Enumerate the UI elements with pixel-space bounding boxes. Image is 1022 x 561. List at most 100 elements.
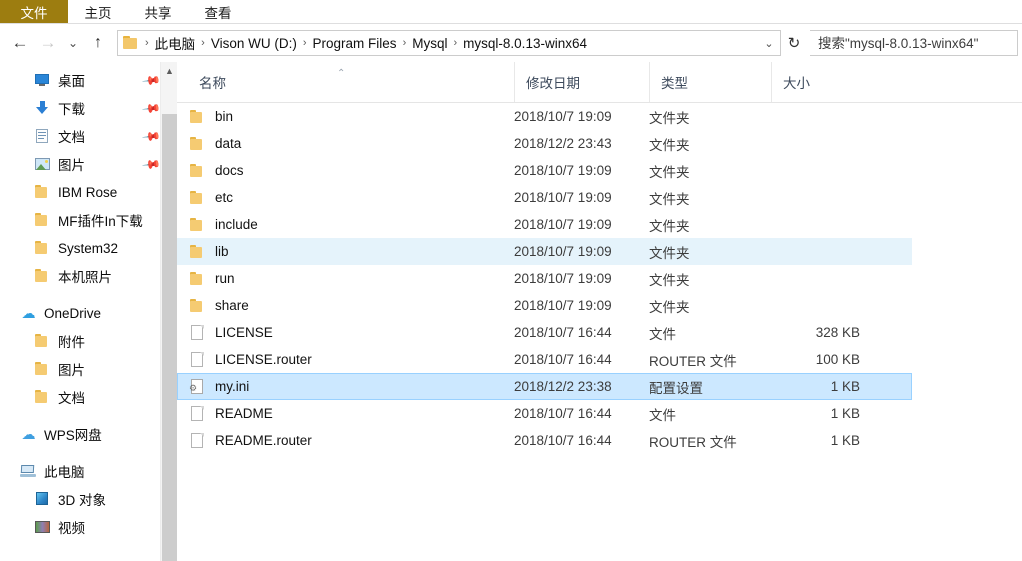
file-icon: [189, 432, 206, 449]
table-row[interactable]: share 2018/10/7 19:09 文件夹: [177, 292, 912, 319]
up-arrow-icon[interactable]: ↑: [84, 28, 112, 58]
table-row[interactable]: etc 2018/10/7 19:09 文件夹: [177, 184, 912, 211]
file-date: 2018/10/7 16:44: [514, 325, 612, 340]
breadcrumb-item-drive-d[interactable]: Vison WU (D:): [208, 35, 300, 52]
folder-icon: [34, 333, 51, 349]
tab-view[interactable]: 查看: [188, 0, 248, 23]
file-date: 2018/10/7 19:09: [514, 163, 612, 178]
file-type: 文件夹: [649, 164, 690, 180]
breadcrumb-separator: ›: [302, 37, 307, 49]
table-row[interactable]: ⚙ my.ini 2018/12/2 23:38 配置设置 1 KB: [177, 373, 912, 400]
tab-share[interactable]: 共享: [128, 0, 188, 23]
file-name: include: [215, 217, 258, 232]
file-name-cell: etc: [178, 190, 514, 206]
file-name-cell: README.router: [178, 432, 514, 449]
sidebar-item-wps-cloud[interactable]: ☁ WPS网盘: [0, 420, 177, 448]
sidebar-item-system32[interactable]: System32: [0, 234, 177, 262]
file-date: 2018/10/7 16:44: [514, 433, 612, 448]
breadcrumb-separator: ›: [201, 37, 205, 49]
sidebar-item-label: MF插件In下载: [58, 214, 143, 229]
tab-home[interactable]: 主页: [68, 0, 128, 23]
navigation-pane-scrollbar[interactable]: ▲: [160, 62, 177, 561]
sidebar-item-onedrive-documents[interactable]: 文档: [0, 383, 177, 411]
table-row[interactable]: bin 2018/10/7 19:09 文件夹: [177, 103, 912, 130]
table-row[interactable]: README 2018/10/7 16:44 文件 1 KB: [177, 400, 912, 427]
sidebar-item-label: 图片: [58, 363, 85, 378]
file-date: 2018/10/7 16:44: [514, 406, 612, 421]
file-name: data: [215, 136, 242, 151]
ini-file-icon: ⚙: [189, 378, 206, 395]
table-row[interactable]: run 2018/10/7 19:09 文件夹: [177, 265, 912, 292]
column-header-label: 名称: [199, 76, 226, 91]
scrollbar-thumb[interactable]: [162, 114, 177, 561]
sidebar-item-label: 文档: [58, 391, 85, 406]
breadcrumb-item-mysql[interactable]: Mysql: [409, 35, 450, 52]
column-header-size[interactable]: 大小: [771, 62, 873, 102]
sidebar-item-label: 此电脑: [44, 465, 85, 480]
back-arrow-icon[interactable]: ←: [6, 28, 34, 58]
address-chevron-down-icon[interactable]: ⌄: [760, 37, 778, 50]
sidebar-item-desktop[interactable]: 桌面 📌: [0, 66, 177, 94]
folder-icon: [189, 298, 206, 314]
videos-icon: [34, 519, 51, 535]
file-type: 文件夹: [649, 299, 690, 315]
pin-icon[interactable]: 📌: [141, 71, 161, 91]
file-date: 2018/10/7 19:09: [514, 244, 612, 259]
table-row[interactable]: include 2018/10/7 19:09 文件夹: [177, 211, 912, 238]
file-name-cell: bin: [178, 109, 514, 125]
sidebar-item-local-photos[interactable]: 本机照片: [0, 262, 177, 290]
table-row[interactable]: LICENSE 2018/10/7 16:44 文件 328 KB: [177, 319, 912, 346]
breadcrumb: › 此电脑 › Vison WU (D:) › Program Files › …: [142, 32, 760, 54]
file-name: README: [215, 406, 273, 421]
column-header-date-modified[interactable]: 修改日期: [514, 62, 649, 102]
file-name-cell: LICENSE.router: [178, 351, 514, 368]
pin-icon[interactable]: 📌: [141, 127, 161, 147]
sidebar-item-videos[interactable]: 视频: [0, 513, 177, 541]
file-date: 2018/10/7 19:09: [514, 190, 612, 205]
sidebar-item-this-pc[interactable]: 此电脑: [0, 457, 177, 485]
file-name-cell: data: [178, 136, 514, 152]
file-name: README.router: [215, 433, 312, 448]
tab-file[interactable]: 文件: [0, 0, 68, 23]
table-row[interactable]: LICENSE.router 2018/10/7 16:44 ROUTER 文件…: [177, 346, 912, 373]
column-header-name[interactable]: 名称 ⌃: [177, 62, 514, 102]
file-date: 2018/10/7 19:09: [514, 298, 612, 313]
refresh-icon[interactable]: ↻: [782, 30, 806, 56]
file-name: etc: [215, 190, 234, 205]
table-row[interactable]: README.router 2018/10/7 16:44 ROUTER 文件 …: [177, 427, 912, 454]
breadcrumb-item-this-pc[interactable]: 此电脑: [152, 32, 199, 54]
table-row[interactable]: data 2018/12/2 23:43 文件夹: [177, 130, 912, 157]
breadcrumb-item-program-files[interactable]: Program Files: [310, 35, 400, 52]
table-row[interactable]: lib 2018/10/7 19:09 文件夹: [177, 238, 912, 265]
pin-icon[interactable]: 📌: [141, 99, 161, 119]
folder-icon: [189, 163, 206, 179]
file-icon: [189, 324, 206, 341]
desktop-icon: [34, 72, 51, 88]
folder-icon: [34, 184, 51, 200]
sidebar-item-onedrive-pictures[interactable]: 图片: [0, 355, 177, 383]
table-row[interactable]: docs 2018/10/7 19:09 文件夹: [177, 157, 912, 184]
file-size: 1 KB: [830, 406, 860, 421]
sidebar-item-3d-objects[interactable]: 3D 对象: [0, 485, 177, 513]
breadcrumb-item-mysql-version[interactable]: mysql-8.0.13-winx64: [460, 35, 590, 52]
sidebar-item-ibm-rose[interactable]: IBM Rose: [0, 178, 177, 206]
sidebar-item-downloads[interactable]: 下载 📌: [0, 94, 177, 122]
sidebar-item-onedrive[interactable]: ☁ OneDrive: [0, 299, 177, 327]
address-bar[interactable]: › 此电脑 › Vison WU (D:) › Program Files › …: [117, 30, 781, 56]
sidebar-item-onedrive-attachments[interactable]: 附件: [0, 327, 177, 355]
column-header-type[interactable]: 类型: [649, 62, 771, 102]
sidebar-divider-gap: [0, 411, 177, 420]
sidebar-item-documents[interactable]: 文档 📌: [0, 122, 177, 150]
sidebar-item-pictures[interactable]: 图片 📌: [0, 150, 177, 178]
sidebar-item-mf-plugin[interactable]: MF插件In下载: [0, 206, 177, 234]
search-input[interactable]: [816, 34, 1017, 52]
pin-icon[interactable]: 📌: [141, 155, 161, 175]
file-date: 2018/12/2 23:38: [514, 379, 612, 394]
column-header-row: 名称 ⌃ 修改日期 类型 大小: [177, 62, 1022, 103]
search-box[interactable]: [810, 30, 1018, 56]
scroll-up-icon[interactable]: ▲: [161, 62, 177, 79]
recent-locations-chevron-down-icon[interactable]: ⌄: [62, 28, 84, 58]
sidebar-divider-gap: [0, 290, 177, 299]
sidebar-item-label: IBM Rose: [58, 184, 118, 200]
file-date: 2018/10/7 16:44: [514, 352, 612, 367]
